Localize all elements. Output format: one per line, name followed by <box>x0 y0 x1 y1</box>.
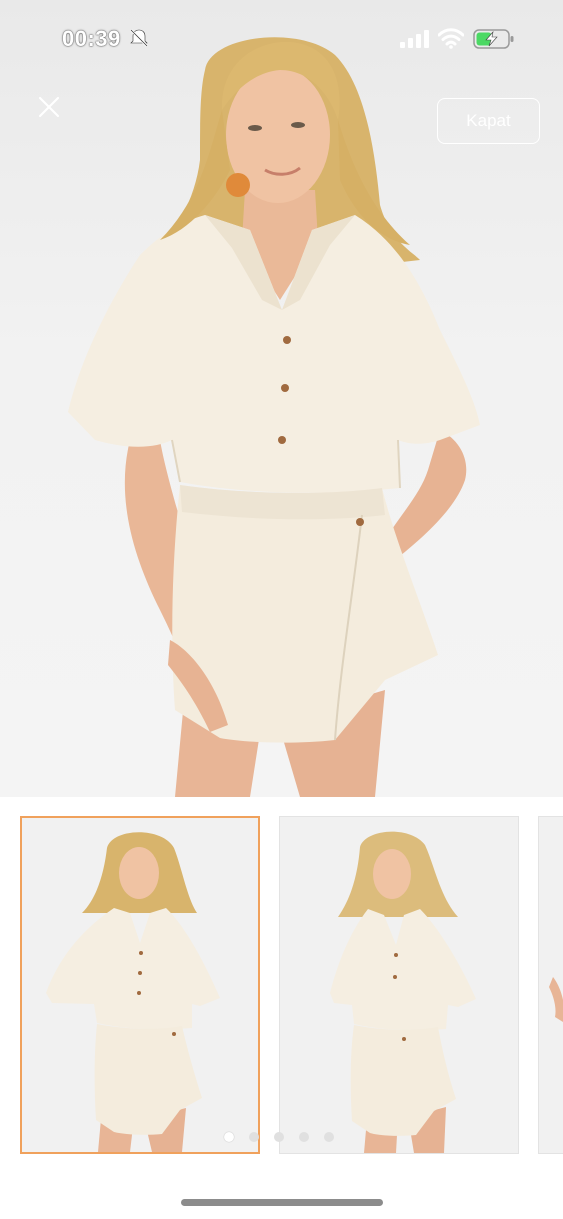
thumbnail-angle[interactable] <box>279 816 519 1154</box>
status-bar: 00:39 <box>0 0 563 78</box>
page-dot-1[interactable] <box>224 1132 234 1142</box>
page-dot-2[interactable] <box>249 1132 259 1142</box>
thumbnail-side[interactable] <box>538 816 563 1154</box>
close-button[interactable]: Kapat <box>437 98 540 144</box>
close-icon[interactable] <box>34 92 64 122</box>
thumbnail-front[interactable] <box>20 816 260 1154</box>
page-indicator <box>224 1132 334 1144</box>
thumbnail-side-image <box>549 977 563 1022</box>
page-dot-4[interactable] <box>299 1132 309 1142</box>
thumbnail-strip[interactable] <box>0 797 563 1167</box>
signal-icon <box>400 30 429 48</box>
status-time: 00:39 <box>62 26 121 51</box>
thumbnail-angle-image <box>330 831 476 1153</box>
thumbnail-front-image <box>46 832 220 1152</box>
page-dot-5[interactable] <box>324 1132 334 1142</box>
home-indicator[interactable] <box>181 1199 383 1206</box>
battery-charging-icon <box>473 29 514 49</box>
bell-slash-icon <box>130 29 148 47</box>
wifi-icon <box>438 28 464 49</box>
page-dot-3[interactable] <box>274 1132 284 1142</box>
